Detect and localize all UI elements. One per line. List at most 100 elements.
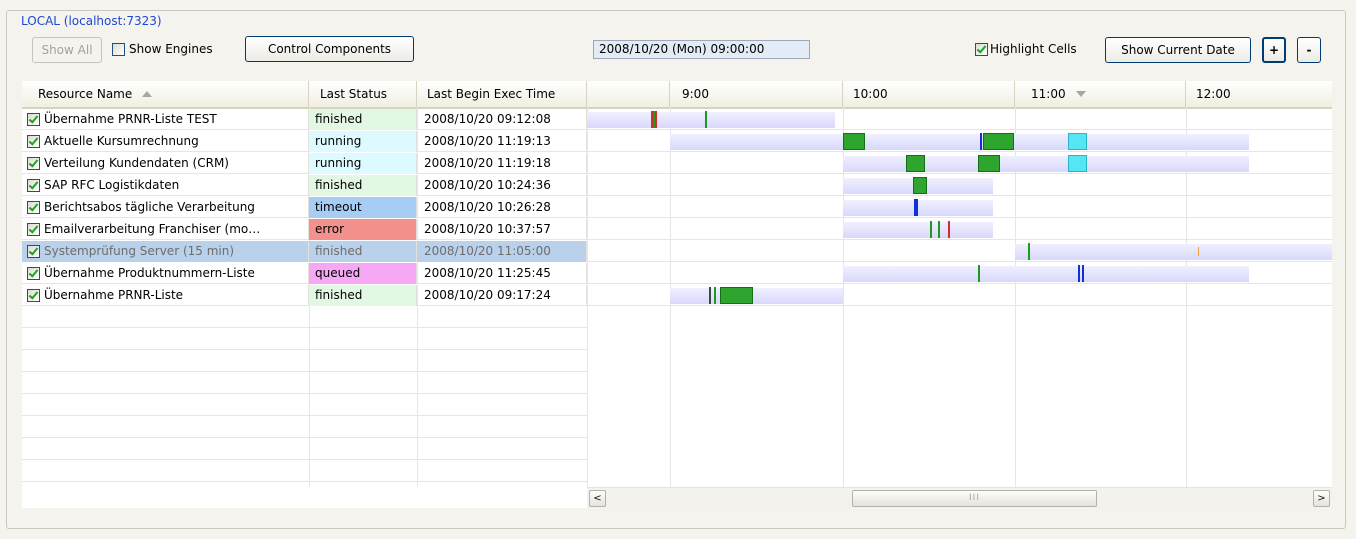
last-begin-exec-time-cell: 2008/10/20 11:05:00 xyxy=(417,241,587,262)
table-row[interactable]: Übernahme PRNR-Liste TEST finished 2008/10… xyxy=(22,109,1332,130)
timeline-header-spacer xyxy=(587,81,670,107)
gantt-timeline-cell[interactable] xyxy=(587,241,1332,262)
execution-marker[interactable] xyxy=(714,287,716,304)
execution-block[interactable] xyxy=(983,133,1014,150)
execution-marker[interactable] xyxy=(655,111,657,128)
execution-block[interactable] xyxy=(843,133,865,150)
zoom-out-button[interactable]: - xyxy=(1297,37,1321,63)
resource-name-cell[interactable]: Verteilung Kundendaten (CRM) xyxy=(22,153,309,174)
sort-ascending-icon xyxy=(142,91,153,97)
highlight-cells-checkbox-box[interactable] xyxy=(975,43,988,56)
execution-marker[interactable] xyxy=(978,265,980,282)
show-engines-checkbox-box[interactable] xyxy=(112,43,125,56)
empty-row xyxy=(22,417,587,438)
empty-row xyxy=(22,351,587,372)
gantt-timeline-cell[interactable] xyxy=(587,153,1332,174)
table-row[interactable]: Berichtsabos tägliche Verarbeitung timeou… xyxy=(22,197,1332,218)
execution-marker[interactable] xyxy=(980,133,982,150)
execution-block[interactable] xyxy=(720,287,753,304)
gantt-timeline-cell[interactable] xyxy=(587,219,1332,240)
scroll-right-button[interactable]: > xyxy=(1313,490,1330,507)
execution-marker[interactable] xyxy=(1028,243,1030,260)
empty-row xyxy=(22,395,587,416)
resource-enabled-checkbox[interactable] xyxy=(27,245,40,258)
execution-marker[interactable] xyxy=(653,111,655,128)
last-status-cell: finished xyxy=(309,241,417,262)
resource-name-cell[interactable]: Übernahme Produktnummern-Liste xyxy=(22,263,309,284)
column-header-last-status[interactable]: Last Status xyxy=(309,81,417,107)
scrollbar-thumb[interactable]: III xyxy=(852,490,1097,507)
execution-marker[interactable] xyxy=(930,221,932,238)
resource-name: Berichtsabos tägliche Verarbeitung xyxy=(44,200,255,214)
execution-marker[interactable] xyxy=(709,287,711,304)
schedule-range-bar xyxy=(1015,244,1332,260)
scroll-left-button[interactable]: < xyxy=(589,490,606,507)
resource-name-cell[interactable]: SAP RFC Logistikdaten xyxy=(22,175,309,196)
timeline-horizontal-scrollbar[interactable]: < III > xyxy=(587,487,1332,508)
gantt-timeline-cell[interactable] xyxy=(587,285,1332,306)
resource-name: Übernahme PRNR-Liste xyxy=(44,288,184,302)
timeline-hour-9: 9:00 xyxy=(670,81,843,107)
execution-block[interactable] xyxy=(1068,133,1087,150)
column-header-last-begin-exec-time[interactable]: Last Begin Exec Time xyxy=(417,81,587,107)
column-header-resource-name[interactable]: Resource Name xyxy=(22,81,309,107)
execution-marker[interactable] xyxy=(938,221,940,238)
resource-enabled-checkbox[interactable] xyxy=(27,113,40,126)
table-row[interactable]: Systemprüfung Server (15 min) finished 200… xyxy=(22,241,1332,262)
resource-name-cell[interactable]: Übernahme PRNR-Liste xyxy=(22,285,309,306)
timeline-hour-12: 12:00 xyxy=(1196,87,1231,101)
gantt-timeline-cell[interactable] xyxy=(587,131,1332,152)
table-row[interactable]: Übernahme PRNR-Liste finished 2008/10/20 0… xyxy=(22,285,1332,306)
resource-enabled-checkbox[interactable] xyxy=(27,223,40,236)
show-current-date-button[interactable]: Show Current Date xyxy=(1105,37,1251,63)
zoom-in-button[interactable]: + xyxy=(1262,37,1286,63)
execution-marker[interactable] xyxy=(1082,265,1084,282)
resource-enabled-checkbox[interactable] xyxy=(27,179,40,192)
resource-enabled-checkbox[interactable] xyxy=(27,201,40,214)
last-begin-exec-time-cell: 2008/10/20 10:26:28 xyxy=(417,197,587,218)
resource-name-cell[interactable]: Berichtsabos tägliche Verarbeitung xyxy=(22,197,309,218)
last-status-cell: queued xyxy=(309,263,417,284)
table-row[interactable]: Aktuelle Kursumrechnung running 2008/10/20… xyxy=(22,131,1332,152)
last-begin-exec-time-cell: 2008/10/20 11:25:45 xyxy=(417,263,587,284)
resource-name: Aktuelle Kursumrechnung xyxy=(44,134,199,148)
last-begin-exec-time-cell: 2008/10/20 10:24:36 xyxy=(417,175,587,196)
show-engines-checkbox[interactable]: Show Engines xyxy=(112,41,213,57)
resource-name: Übernahme Produktnummern-Liste xyxy=(44,266,255,280)
table-row[interactable]: Emailverarbeitung Franchiser (mo… error 20… xyxy=(22,219,1332,240)
resource-name-cell[interactable]: Emailverarbeitung Franchiser (mo… xyxy=(22,219,309,240)
resource-name-cell[interactable]: Aktuelle Kursumrechnung xyxy=(22,131,309,152)
execution-marker[interactable] xyxy=(705,111,707,128)
execution-marker[interactable] xyxy=(1078,265,1080,282)
gantt-timeline-cell[interactable] xyxy=(587,109,1332,130)
execution-block[interactable] xyxy=(906,155,925,172)
execution-block[interactable] xyxy=(978,155,1000,172)
execution-marker[interactable] xyxy=(1198,247,1199,256)
last-status-cell: finished xyxy=(309,175,417,196)
schedule-range-bar xyxy=(843,222,993,238)
execution-block[interactable] xyxy=(913,177,927,194)
resource-name-cell[interactable]: Übernahme PRNR-Liste TEST xyxy=(22,109,309,130)
resource-enabled-checkbox[interactable] xyxy=(27,267,40,280)
last-begin-exec-time-cell: 2008/10/20 11:19:18 xyxy=(417,153,587,174)
resource-enabled-checkbox[interactable] xyxy=(27,135,40,148)
empty-row xyxy=(22,373,587,394)
execution-block[interactable] xyxy=(1068,155,1087,172)
resource-enabled-checkbox[interactable] xyxy=(27,289,40,302)
control-components-button[interactable]: Control Components xyxy=(245,36,414,62)
show-all-button[interactable]: Show All xyxy=(32,37,102,63)
timeline-hour-11: 11:00 xyxy=(1015,81,1186,107)
gantt-timeline-cell[interactable] xyxy=(587,197,1332,218)
execution-marker[interactable] xyxy=(916,199,918,216)
gantt-timeline-cell[interactable] xyxy=(587,175,1332,196)
resource-name-cell[interactable]: Systemprüfung Server (15 min) xyxy=(22,241,309,262)
table-row[interactable]: Verteilung Kundendaten (CRM) running 2008/… xyxy=(22,153,1332,174)
highlight-cells-checkbox[interactable]: Highlight Cells xyxy=(975,41,1077,57)
table-row[interactable]: SAP RFC Logistikdaten finished 2008/10/20 … xyxy=(22,175,1332,196)
gantt-timeline-cell[interactable] xyxy=(587,263,1332,284)
last-begin-exec-time-cell: 2008/10/20 09:12:08 xyxy=(417,109,587,130)
schedule-range-bar xyxy=(670,134,1249,150)
resource-enabled-checkbox[interactable] xyxy=(27,157,40,170)
execution-marker[interactable] xyxy=(948,221,950,238)
table-row[interactable]: Übernahme Produktnummern-Liste queued 2008… xyxy=(22,263,1332,284)
